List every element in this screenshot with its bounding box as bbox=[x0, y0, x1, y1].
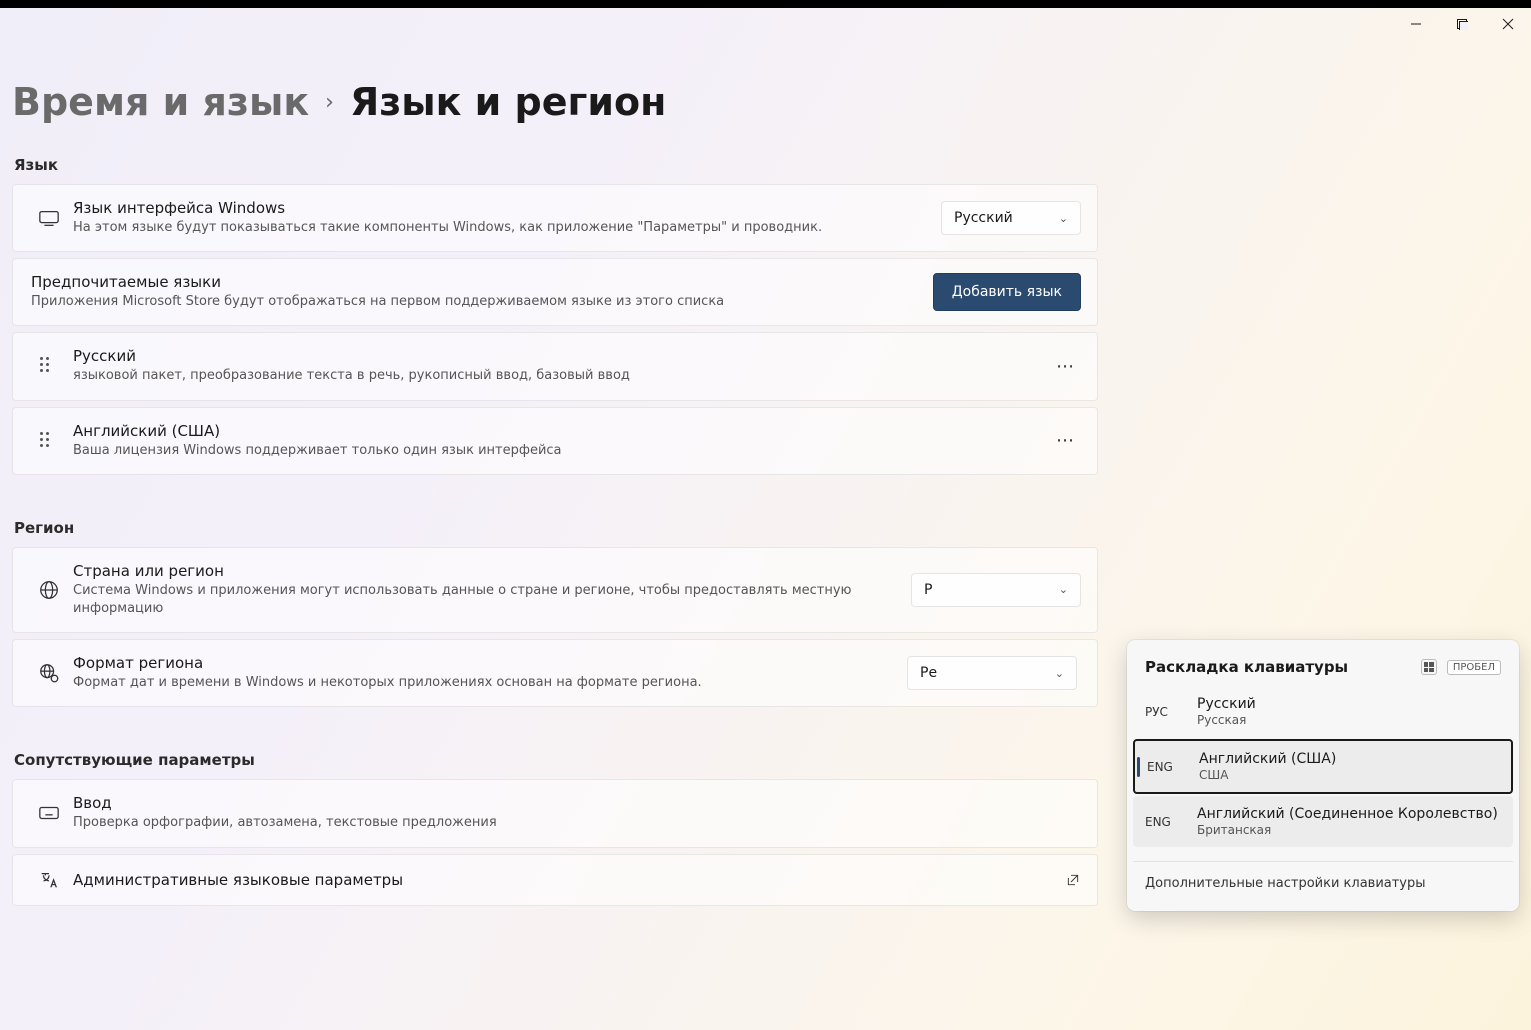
maximize-button[interactable] bbox=[1439, 8, 1485, 40]
lang-item-desc: языковой пакет, преобразование текста в … bbox=[73, 367, 1049, 385]
country-region-desc: Система Windows и приложения могут испол… bbox=[73, 582, 911, 618]
display-language-title: Язык интерфейса Windows bbox=[73, 199, 941, 217]
more-options-button[interactable]: ⋯ bbox=[1049, 425, 1081, 457]
display-language-desc: На этом языке будут показываться такие к… bbox=[73, 219, 941, 237]
section-header-region: Регион bbox=[14, 519, 1519, 537]
chevron-down-icon: ⌄ bbox=[1059, 583, 1068, 596]
language-item-russian[interactable]: Русский языковой пакет, преобразование т… bbox=[12, 332, 1098, 400]
country-region-title: Страна или регион bbox=[73, 562, 911, 580]
add-language-button[interactable]: Добавить язык bbox=[933, 273, 1081, 311]
top-black-bar bbox=[0, 0, 1531, 8]
monitor-icon bbox=[29, 207, 69, 229]
layout-code: ENG bbox=[1147, 760, 1181, 774]
language-item-english[interactable]: Английский (США) Ваша лицензия Windows п… bbox=[12, 407, 1098, 475]
breadcrumb-parent[interactable]: Время и язык bbox=[12, 80, 309, 124]
country-region-value: Р bbox=[924, 582, 932, 598]
breadcrumb: Время и язык › Язык и регион bbox=[12, 80, 1519, 124]
drag-handle-icon[interactable] bbox=[29, 432, 69, 450]
more-options-button[interactable]: ⋯ bbox=[1049, 350, 1081, 382]
layout-item-english-us[interactable]: ENG Английский (США) США bbox=[1133, 739, 1513, 794]
titlebar bbox=[0, 8, 1531, 40]
section-header-language: Язык bbox=[14, 156, 1519, 174]
chevron-down-icon: ⌄ bbox=[1059, 212, 1068, 225]
admin-language-card[interactable]: Административные языковые параметры bbox=[12, 854, 1098, 906]
region-format-value: Ре bbox=[920, 665, 937, 681]
region-format-desc: Формат дат и времени в Windows и некотор… bbox=[73, 674, 907, 692]
layout-code: РУС bbox=[1145, 705, 1179, 719]
preferred-languages-desc: Приложения Microsoft Store будут отображ… bbox=[31, 293, 933, 311]
typing-desc: Проверка орфографии, автозамена, текстов… bbox=[73, 814, 1081, 832]
lang-item-title: Русский bbox=[73, 347, 1049, 365]
drag-handle-icon[interactable] bbox=[29, 357, 69, 375]
admin-language-title: Административные языковые параметры bbox=[73, 871, 1065, 889]
layout-code: ENG bbox=[1145, 815, 1179, 829]
keyboard-icon bbox=[29, 802, 69, 824]
close-button[interactable] bbox=[1485, 8, 1531, 40]
flyout-footer-link[interactable]: Дополнительные настройки клавиатуры bbox=[1133, 862, 1513, 905]
region-format-title: Формат региона bbox=[73, 654, 907, 672]
lang-item-title: Английский (США) bbox=[73, 422, 1049, 440]
region-format-card[interactable]: Формат региона Формат дат и времени в Wi… bbox=[12, 639, 1098, 707]
page-title: Язык и регион bbox=[350, 80, 666, 124]
country-region-card: Страна или регион Система Windows и прил… bbox=[12, 547, 1098, 633]
globe-icon bbox=[29, 579, 69, 601]
display-language-dropdown[interactable]: Русский ⌄ bbox=[941, 201, 1081, 235]
flyout-title: Раскладка клавиатуры bbox=[1145, 658, 1411, 676]
layout-sub: Русская bbox=[1197, 713, 1501, 727]
lang-item-desc: Ваша лицензия Windows поддерживает тольк… bbox=[73, 442, 1049, 460]
globe-settings-icon bbox=[29, 662, 69, 684]
minimize-button[interactable] bbox=[1393, 8, 1439, 40]
display-language-value: Русский bbox=[954, 210, 1013, 226]
chevron-down-icon: ⌄ bbox=[1055, 667, 1064, 680]
preferred-languages-title: Предпочитаемые языки bbox=[31, 273, 933, 291]
keyboard-layout-flyout: Раскладка клавиатуры ПРОБЕЛ РУС Русский … bbox=[1127, 640, 1519, 911]
chevron-right-icon: › bbox=[325, 90, 334, 115]
layout-item-russian[interactable]: РУС Русский Русская bbox=[1133, 686, 1513, 737]
layout-title: Английский (США) bbox=[1199, 751, 1499, 767]
layout-item-english-uk[interactable]: ENG Английский (Соединенное Королевство)… bbox=[1133, 796, 1513, 847]
typing-title: Ввод bbox=[73, 794, 1081, 812]
layout-title: Русский bbox=[1197, 696, 1501, 712]
region-format-dropdown[interactable]: Ре ⌄ bbox=[907, 656, 1077, 690]
layout-sub: Британская bbox=[1197, 823, 1501, 837]
layout-title: Английский (Соединенное Королевство) bbox=[1197, 806, 1501, 822]
open-external-icon bbox=[1065, 872, 1081, 888]
display-language-card: Язык интерфейса Windows На этом языке бу… bbox=[12, 184, 1098, 252]
typing-card[interactable]: Ввод Проверка орфографии, автозамена, те… bbox=[12, 779, 1098, 847]
shortcut-key-label: ПРОБЕЛ bbox=[1447, 660, 1501, 675]
country-region-dropdown[interactable]: Р ⌄ bbox=[911, 573, 1081, 607]
layout-sub: США bbox=[1199, 768, 1499, 782]
windows-key-icon bbox=[1421, 659, 1437, 675]
language-icon bbox=[29, 869, 69, 891]
preferred-languages-card: Предпочитаемые языки Приложения Microsof… bbox=[12, 258, 1098, 326]
